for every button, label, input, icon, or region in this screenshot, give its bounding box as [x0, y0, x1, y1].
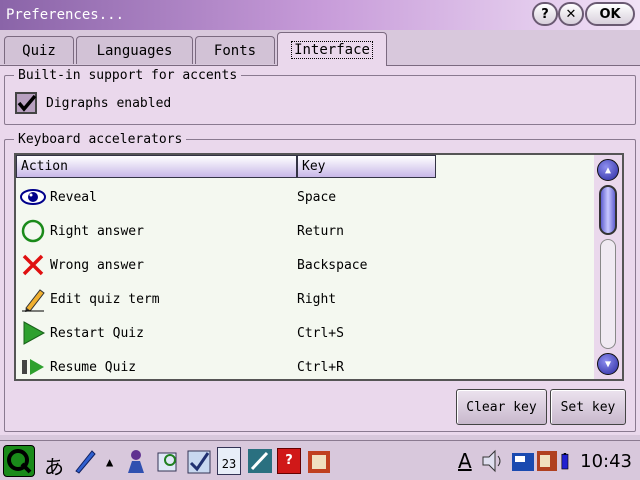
key-label: Backspace: [297, 258, 368, 273]
checkmark-icon: [17, 94, 37, 112]
clear-key-button[interactable]: Clear key: [456, 389, 547, 425]
font-label[interactable]: A: [458, 449, 472, 473]
arrow-up-icon[interactable]: ▲: [106, 455, 113, 469]
ok-button[interactable]: OK: [585, 2, 635, 26]
sd-card-icon[interactable]: [510, 447, 536, 475]
table-row-restart-quiz[interactable]: Restart Quiz Ctrl+S: [16, 316, 594, 350]
key-label: Ctrl+R: [297, 360, 344, 375]
table-row-right-answer[interactable]: Right answer Return: [16, 214, 594, 248]
accents-group-title: Built-in support for accents: [14, 68, 242, 83]
help-button[interactable]: ?: [532, 2, 558, 26]
tab-fonts[interactable]: Fonts: [195, 36, 275, 64]
taskbar: あ ▲ 23 ? A 10:43: [0, 440, 640, 480]
set-key-button[interactable]: Set key: [550, 389, 626, 425]
pen-icon[interactable]: [72, 447, 98, 475]
keyboard-group-title: Keyboard accelerators: [14, 132, 187, 147]
network-icon[interactable]: [534, 447, 560, 475]
digraphs-label: Digraphs enabled: [46, 96, 172, 111]
scroll-down-icon[interactable]: ▼: [597, 353, 619, 375]
circle-icon: [21, 219, 45, 243]
tab-languages[interactable]: Languages: [76, 36, 193, 64]
scroll-thumb[interactable]: [599, 185, 617, 235]
table-row-edit-quiz-term[interactable]: Edit quiz term Right: [16, 282, 594, 316]
scroll-up-icon[interactable]: ▲: [597, 159, 619, 181]
draw-icon[interactable]: [247, 447, 273, 475]
checklist-icon[interactable]: [186, 447, 212, 475]
action-label: Right answer: [50, 224, 144, 239]
action-label: Restart Quiz: [50, 326, 144, 341]
eye-icon: [20, 189, 46, 205]
action-label: Edit quiz term: [50, 292, 160, 307]
title-bar: Preferences... ? ✕ OK: [0, 0, 640, 30]
key-label: Space: [297, 190, 337, 205]
accelerators-list[interactable]: Action Key Reveal Space Right answer Ret…: [14, 153, 624, 381]
column-header-key[interactable]: Key: [297, 155, 436, 178]
vertical-scrollbar[interactable]: ▲ ▼: [594, 155, 622, 379]
tab-bar: Quiz Languages Fonts Interface: [0, 30, 640, 66]
window-title: Preferences...: [6, 7, 125, 23]
key-label: Right: [297, 292, 337, 307]
table-row-resume-quiz[interactable]: Resume Quiz Ctrl+R: [16, 350, 594, 379]
column-header-action[interactable]: Action: [16, 155, 297, 178]
key-label: Return: [297, 224, 344, 239]
tab-quiz[interactable]: Quiz: [4, 36, 74, 64]
books-icon[interactable]: [306, 447, 332, 475]
table-row-reveal[interactable]: Reveal Space: [16, 180, 594, 214]
cross-icon: [22, 254, 44, 276]
battery-icon: [561, 453, 569, 470]
digraphs-checkbox[interactable]: [15, 92, 37, 114]
dictionary-icon[interactable]: [155, 447, 181, 475]
key-label: Ctrl+S: [297, 326, 344, 341]
clock: 10:43: [580, 451, 632, 472]
table-row-wrong-answer[interactable]: Wrong answer Backspace: [16, 248, 594, 282]
help-icon[interactable]: ?: [277, 448, 301, 474]
start-menu-icon[interactable]: [3, 445, 35, 477]
tab-interface[interactable]: Interface: [277, 32, 387, 66]
action-label: Reveal: [50, 190, 97, 205]
action-label: Wrong answer: [50, 258, 144, 273]
user-icon[interactable]: [124, 447, 150, 475]
play-icon: [23, 321, 46, 345]
scroll-track[interactable]: [600, 239, 616, 349]
input-method-label[interactable]: あ: [44, 451, 64, 480]
action-label: Resume Quiz: [50, 360, 137, 375]
pencil-icon: [22, 289, 45, 312]
speaker-icon[interactable]: [480, 447, 506, 475]
close-button[interactable]: ✕: [558, 2, 584, 26]
calendar-icon[interactable]: 23: [217, 447, 241, 475]
resume-icon: [22, 359, 44, 375]
